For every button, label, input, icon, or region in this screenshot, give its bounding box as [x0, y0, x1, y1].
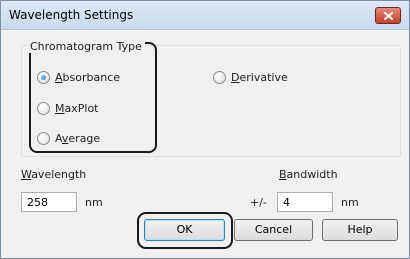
radio-absorbance-accesskey: A — [55, 71, 63, 84]
radio-absorbance-circle[interactable] — [37, 71, 50, 84]
radio-average-accesskey: v — [61, 132, 69, 145]
radio-derivative-circle[interactable] — [213, 71, 226, 84]
bandwidth-input[interactable] — [277, 192, 333, 212]
radio-average-label: Average — [55, 132, 101, 145]
radio-derivative-label: Derivative — [231, 71, 288, 84]
radio-absorbance[interactable]: Absorbance — [37, 71, 120, 84]
radio-maxplot-label: MaxPlot — [55, 102, 99, 115]
radio-derivative-accesskey: D — [231, 71, 240, 84]
close-button[interactable] — [375, 7, 401, 24]
wavelength-accesskey: W — [21, 168, 32, 181]
cancel-button[interactable]: Cancel — [234, 219, 313, 241]
wavelength-label: Wavelength — [21, 168, 87, 181]
radio-derivative[interactable]: Derivative — [213, 71, 288, 84]
window-title: Wavelength Settings — [9, 8, 134, 22]
radio-absorbance-label: Absorbance — [55, 71, 121, 84]
chromatogram-type-legend: Chromatogram Type — [27, 40, 145, 53]
help-button[interactable]: Help — [322, 219, 398, 241]
wavelength-input[interactable] — [21, 192, 77, 212]
bandwidth-unit: nm — [341, 196, 359, 209]
ok-button[interactable]: OK — [144, 219, 225, 241]
radio-average-circle[interactable] — [37, 132, 50, 145]
radio-maxplot-circle[interactable] — [37, 102, 50, 115]
close-icon — [384, 12, 393, 20]
radio-maxplot-accesskey: M — [55, 102, 65, 115]
wavelength-unit: nm — [85, 196, 103, 209]
radio-average[interactable]: Average — [37, 132, 100, 145]
bandwidth-label: Bandwidth — [279, 168, 338, 181]
title-bar: Wavelength Settings — [1, 1, 409, 30]
bandwidth-accesskey: B — [279, 168, 287, 181]
dialog-window: Wavelength Settings Chromatogram Type Ab… — [0, 0, 410, 259]
bandwidth-prefix: +/- — [250, 196, 267, 209]
radio-maxplot[interactable]: MaxPlot — [37, 102, 98, 115]
dialog-body: Chromatogram Type Absorbance MaxPlot Ave… — [9, 37, 401, 252]
